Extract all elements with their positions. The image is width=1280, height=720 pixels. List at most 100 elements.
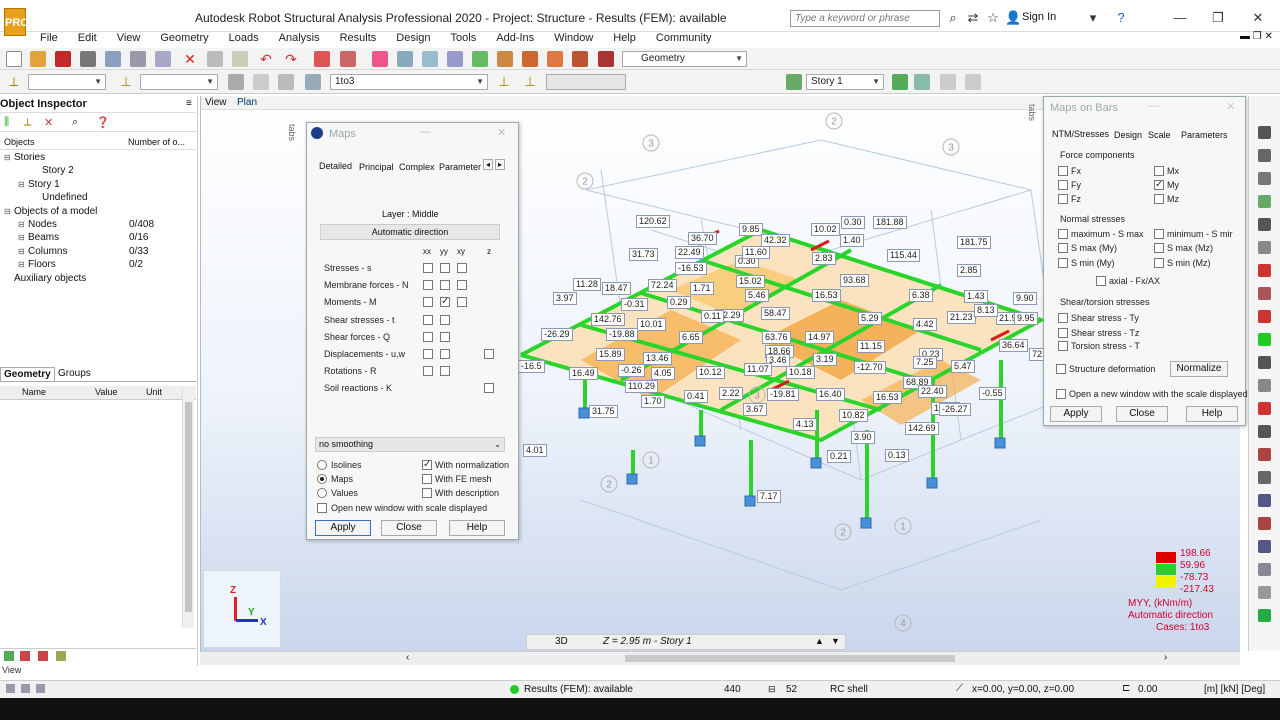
maps-row-checkbox[interactable] xyxy=(440,331,450,342)
smax-checkbox[interactable] xyxy=(1058,229,1068,239)
tab-geometry[interactable]: Geometry xyxy=(0,367,55,381)
scroll-right-icon[interactable]: › xyxy=(1164,652,1167,663)
menu-community[interactable]: Community xyxy=(646,31,722,47)
help-button[interactable]: Help xyxy=(449,520,505,536)
menu-view[interactable]: View xyxy=(107,31,151,47)
menu-analysis[interactable]: Analysis xyxy=(269,31,330,47)
binoculars-icon[interactable]: ⌕ xyxy=(945,10,961,26)
axis-gizmo[interactable]: Z Y X xyxy=(203,570,281,648)
expand-icon[interactable]: ⊟ xyxy=(4,207,14,216)
restore-icon[interactable]: ❐ xyxy=(1210,10,1226,26)
apply-button[interactable]: Apply xyxy=(315,520,371,536)
copy-icon[interactable] xyxy=(155,51,171,67)
right-tool-icon[interactable] xyxy=(1258,172,1271,185)
maps-row-checkbox[interactable] xyxy=(440,366,450,377)
smin-checkbox[interactable] xyxy=(1154,229,1164,239)
right-tool-icon[interactable] xyxy=(1258,563,1271,576)
tab-parameters[interactable]: Parameter xyxy=(439,162,481,172)
open-window-scale-checkbox[interactable] xyxy=(1056,389,1066,399)
shear-ty-checkbox[interactable] xyxy=(1058,313,1068,323)
cases-icon[interactable] xyxy=(305,74,321,90)
tab-view[interactable]: View xyxy=(205,97,227,108)
shear-tz-checkbox[interactable] xyxy=(1058,328,1068,338)
maps-row-checkbox[interactable] xyxy=(457,280,467,291)
view-mode-3d[interactable]: 3D xyxy=(555,636,568,647)
tab-principal[interactable]: Principal xyxy=(359,162,394,172)
lock-icon[interactable] xyxy=(372,51,388,67)
user-icon[interactable]: 👤 xyxy=(1005,10,1021,26)
undo-icon[interactable]: ↶ xyxy=(258,51,274,67)
settings-icon[interactable] xyxy=(547,51,563,67)
menu-file[interactable]: File xyxy=(30,31,68,47)
menu-window[interactable]: Window xyxy=(544,31,603,47)
menu-design[interactable]: Design xyxy=(386,31,440,47)
status-icons[interactable] xyxy=(6,684,76,695)
story-table-icon[interactable] xyxy=(940,74,956,90)
right-tool-icon[interactable] xyxy=(1258,333,1271,346)
close-icon[interactable]: ✕ xyxy=(1250,10,1266,26)
screen-capture-icon[interactable] xyxy=(130,51,146,67)
object-select-icon[interactable] xyxy=(278,74,294,90)
right-tool-icon[interactable] xyxy=(1258,448,1271,461)
tool-icon-4[interactable] xyxy=(56,651,66,661)
tab-scroll-left-icon[interactable]: ◂ xyxy=(483,159,494,170)
node-selection-combo[interactable]: ▼ xyxy=(28,74,106,90)
right-tool-icon[interactable] xyxy=(1258,149,1271,162)
my-checkbox[interactable]: ✓ xyxy=(1154,180,1164,190)
position-down-icon[interactable]: ▼ xyxy=(831,636,840,646)
right-tool-icon[interactable] xyxy=(1258,494,1271,507)
info-icon[interactable]: ❓ xyxy=(96,116,110,129)
maps-row-checkbox[interactable] xyxy=(423,297,433,308)
tab-scroll-right-icon[interactable]: ▸ xyxy=(495,159,506,170)
fz-checkbox[interactable] xyxy=(1058,194,1068,204)
open-icon[interactable] xyxy=(30,51,46,67)
tab-plan[interactable]: Plan xyxy=(237,97,257,108)
tree-item[interactable]: ⊟ Story 1 xyxy=(18,179,60,190)
maps-row-checkbox[interactable] xyxy=(440,263,450,273)
bar-select-icon[interactable]: ⊥ xyxy=(118,74,134,90)
structure-deformation-checkbox[interactable] xyxy=(1056,364,1066,374)
smax-mz-checkbox[interactable] xyxy=(1154,243,1164,253)
calc-icon[interactable] xyxy=(340,51,356,67)
maps-row-checkbox[interactable] xyxy=(423,263,433,273)
tool-icon-2[interactable] xyxy=(20,651,30,661)
fy-checkbox[interactable] xyxy=(1058,180,1068,190)
exchange-icon[interactable]: ⇄ xyxy=(965,10,981,26)
select-icon[interactable] xyxy=(472,51,488,67)
expand-icon[interactable]: ⊟ xyxy=(18,233,28,242)
tree-item[interactable]: ⊟ Stories xyxy=(4,152,45,163)
tree-item[interactable]: ⊟ Objects of a model xyxy=(4,206,97,217)
app-logo[interactable]: PRO xyxy=(4,8,29,36)
right-tool-icon[interactable] xyxy=(1258,586,1271,599)
loads-icon[interactable] xyxy=(522,51,538,67)
tree-item[interactable]: ⊟ Nodes xyxy=(18,219,57,230)
tree-item[interactable]: ⊟ Columns xyxy=(18,246,67,257)
tab-scale[interactable]: Scale xyxy=(1148,130,1171,140)
menu-loads[interactable]: Loads xyxy=(219,31,269,47)
smin-mz-checkbox[interactable] xyxy=(1154,258,1164,268)
close-icon[interactable]: ✕ xyxy=(1226,100,1235,113)
search-input[interactable]: Type a keyword or phrase xyxy=(790,10,940,27)
maps-row-checkbox[interactable] xyxy=(423,349,433,359)
filter-icon[interactable] xyxy=(228,74,244,90)
with-description-checkbox[interactable] xyxy=(422,488,432,498)
expand-icon[interactable]: ⊟ xyxy=(18,247,28,256)
maps-row-checkbox[interactable] xyxy=(423,280,433,291)
story-selector[interactable]: Story 1 ▼ xyxy=(806,74,884,90)
bar-selection-combo[interactable]: ▼ xyxy=(140,74,218,90)
search-icon[interactable]: ⌕ xyxy=(72,116,78,129)
display-icon[interactable] xyxy=(497,51,513,67)
star-icon[interactable]: ☆ xyxy=(985,10,1001,26)
menu-help[interactable]: Help xyxy=(603,31,646,47)
tab-groups[interactable]: Groups xyxy=(58,368,91,379)
right-tool-icon[interactable] xyxy=(1258,425,1271,438)
right-tool-icon[interactable] xyxy=(1258,609,1271,622)
expand-icon[interactable]: ⊟ xyxy=(4,153,14,162)
tab-complex[interactable]: Complex xyxy=(399,162,435,172)
mode2-icon[interactable]: ⊥ xyxy=(522,74,538,90)
right-tool-icon[interactable] xyxy=(1258,310,1271,323)
axial-checkbox[interactable] xyxy=(1096,276,1106,286)
minimize-icon[interactable]: — xyxy=(1148,100,1159,112)
expand-icon[interactable]: ⊟ xyxy=(18,180,28,189)
right-tool-icon[interactable] xyxy=(1258,287,1271,300)
